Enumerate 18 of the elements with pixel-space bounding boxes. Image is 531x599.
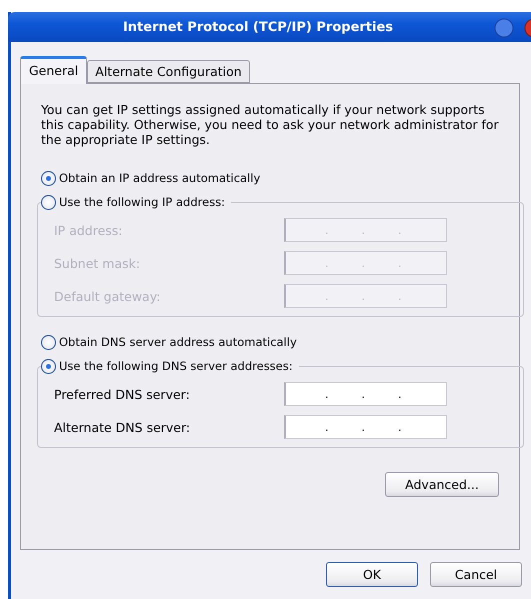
tab[interactable]: Alternate Configuration	[87, 60, 250, 83]
ip-address-field: . . .	[284, 218, 447, 242]
tab[interactable]: General	[20, 56, 88, 84]
field-label: Alternate DNS server:	[54, 420, 192, 434]
advanced-button[interactable]: Advanced...	[385, 472, 499, 497]
cancel-button[interactable]: Cancel	[430, 562, 522, 587]
field-label: IP address:	[54, 222, 124, 238]
description-text: You can get IP settings assigned automatically if your network supports this capability. Otherwise, you need to ask your network administrator for the appropriate IP settings.	[41, 102, 500, 147]
field-label: Subnet mask:	[54, 256, 142, 270]
ip-address-field: . . .	[284, 284, 447, 308]
ok-button[interactable]: OK	[326, 562, 418, 587]
window-title: Internet Protocol (TCP/IP) Properties	[122, 20, 394, 34]
field-label: Preferred DNS server:	[54, 386, 191, 402]
ip-address-field[interactable]: . . .	[284, 382, 447, 406]
ip-address-field: . . .	[284, 251, 447, 275]
ip-address-field[interactable]: . . .	[284, 415, 447, 439]
field-label: Default gateway:	[54, 288, 162, 304]
radio-option[interactable]: Use the following DNS server addresses:	[41, 357, 299, 375]
